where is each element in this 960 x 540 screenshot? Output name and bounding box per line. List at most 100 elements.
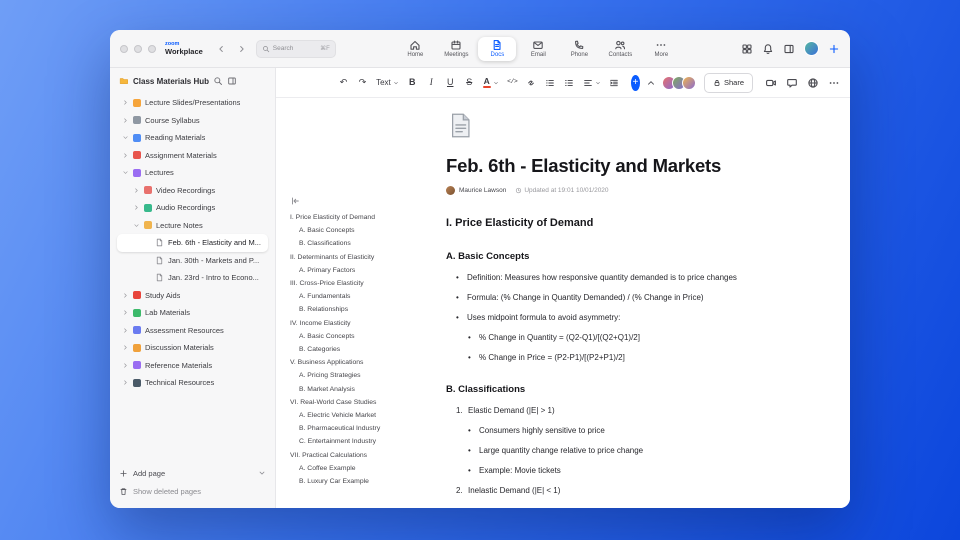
chevron-right-icon[interactable] <box>121 327 129 334</box>
chevron-right-icon[interactable] <box>121 362 129 369</box>
outline-item[interactable]: A. Pricing Strategies <box>290 369 402 382</box>
sidebar-item[interactable]: Assessment Resources <box>117 322 268 340</box>
outline-item[interactable]: B. Pharmaceutical Industry <box>290 422 402 435</box>
sidebar-item[interactable]: Audio Recordings <box>117 199 268 217</box>
share-button[interactable]: Share <box>703 72 753 93</box>
chevron-right-icon[interactable] <box>121 292 129 299</box>
show-deleted-pages-button[interactable]: Show deleted pages <box>119 482 266 500</box>
video-call-button[interactable] <box>765 77 777 89</box>
chevron-right-icon[interactable] <box>121 152 129 159</box>
toolbar-bold-button[interactable]: B <box>404 73 421 93</box>
bullet-list-item: •% Change in Quantity = (Q2-Q1)/[(Q2+Q1)… <box>468 333 640 342</box>
more-options-button[interactable] <box>828 77 840 89</box>
toolbar-text-style-button[interactable]: Text <box>373 73 402 93</box>
outline-item[interactable]: A. Fundamentals <box>290 290 402 303</box>
sidebar-item[interactable]: Course Syllabus <box>117 112 268 130</box>
outline-item[interactable]: IV. Income Elasticity <box>290 317 402 330</box>
sidebar-search-button[interactable] <box>213 76 223 86</box>
chevron-down-icon[interactable] <box>132 222 140 229</box>
chevron-right-icon[interactable] <box>121 379 129 386</box>
outline-item[interactable]: III. Cross-Price Elasticity <box>290 277 402 290</box>
outline-item[interactable]: VII. Practical Calculations <box>290 449 402 462</box>
outline-item[interactable]: B. Relationships <box>290 303 402 316</box>
chevron-right-icon[interactable] <box>121 309 129 316</box>
sidebar-collapse-button[interactable] <box>227 76 237 86</box>
sidebar-item[interactable]: Reference Materials <box>117 357 268 375</box>
publish-web-button[interactable] <box>807 77 819 89</box>
tab-docs[interactable]: Docs <box>478 36 517 61</box>
toolbar-indent-button[interactable] <box>606 73 623 93</box>
back-button[interactable] <box>214 42 228 56</box>
sidebar-item[interactable]: Jan. 23rd - Intro to Econo... <box>117 269 268 287</box>
chevron-right-icon[interactable] <box>121 344 129 351</box>
sidebar-item[interactable]: Lecture Slides/Presentations <box>117 94 268 112</box>
toolbar-link-button[interactable] <box>523 73 540 93</box>
outline-item[interactable]: II. Determinants of Elasticity <box>290 251 402 264</box>
outline-item[interactable]: V. Business Applications <box>290 356 402 369</box>
tab-email[interactable]: Email <box>519 37 557 61</box>
sidebar-item[interactable]: Lecture Notes <box>117 217 268 235</box>
tab-contacts[interactable]: Contacts <box>601 37 639 61</box>
sidebar-item[interactable]: Technical Resources <box>117 374 268 392</box>
chevron-down-icon[interactable] <box>121 169 129 176</box>
chevron-right-icon[interactable] <box>121 117 129 124</box>
toolbar-align-button[interactable] <box>580 73 604 93</box>
add-new-button[interactable] <box>828 43 840 55</box>
outline-collapse-button[interactable] <box>290 196 402 206</box>
sidebar-item[interactable]: Assignment Materials <box>117 147 268 165</box>
outline-item[interactable]: B. Luxury Car Example <box>290 475 402 488</box>
toolbar-numbered-list-button[interactable] <box>561 73 578 93</box>
outline-item[interactable]: B. Categories <box>290 343 402 356</box>
toolbar-code-button[interactable]: </> <box>504 73 521 93</box>
toolbar-strikethrough-button[interactable]: S <box>461 73 478 93</box>
collaborator-avatar[interactable] <box>681 75 696 90</box>
outline-item[interactable]: B. Market Analysis <box>290 383 402 396</box>
toolbar-bulleted-list-button[interactable] <box>542 73 559 93</box>
sidebar-item[interactable]: Lectures <box>117 164 268 182</box>
sidebar-item[interactable]: Study Aids <box>117 287 268 305</box>
sidebar-item[interactable]: Feb. 6th - Elasticity and M... <box>117 234 268 252</box>
outline-item[interactable]: B. Classifications <box>290 237 402 250</box>
tab-home[interactable]: Home <box>396 37 434 61</box>
outline-item[interactable]: A. Basic Concepts <box>290 224 402 237</box>
toolbar-undo-button[interactable]: ↶ <box>335 73 352 93</box>
sidebar-item[interactable]: Reading Materials <box>117 129 268 147</box>
chevron-right-icon[interactable] <box>132 187 140 194</box>
outline-item[interactable]: VI. Real-World Case Studies <box>290 396 402 409</box>
chevron-right-icon[interactable] <box>132 204 140 211</box>
toolbar-redo-button[interactable]: ↷ <box>354 73 371 93</box>
outline-item[interactable]: A. Coffee Example <box>290 462 402 475</box>
sidebar-item[interactable]: Jan. 30th - Markets and P... <box>117 252 268 270</box>
toolbar-underline-button[interactable]: U <box>442 73 459 93</box>
add-page-caret-icon[interactable] <box>258 469 266 477</box>
sidebar-item[interactable]: Lab Materials <box>117 304 268 322</box>
tab-more[interactable]: More <box>642 37 680 61</box>
outline-item[interactable]: I. Price Elasticity of Demand <box>290 211 402 224</box>
global-search-input[interactable]: Search ⌘F <box>255 39 336 58</box>
apps-grid-button[interactable] <box>741 43 753 55</box>
close-window-button[interactable] <box>120 44 128 53</box>
add-page-button[interactable]: Add page <box>119 464 266 482</box>
toolbar-italic-button[interactable]: I <box>423 73 440 93</box>
tab-meetings[interactable]: Meetings <box>437 37 475 61</box>
insert-block-button[interactable]: + <box>630 74 640 91</box>
tab-phone[interactable]: Phone <box>560 37 598 61</box>
outline-item[interactable]: A. Primary Factors <box>290 264 402 277</box>
minimize-window-button[interactable] <box>134 44 142 53</box>
outline-item[interactable]: A. Electric Vehicle Market <box>290 409 402 422</box>
toolbar-text-color-button[interactable]: A <box>480 73 502 93</box>
forward-button[interactable] <box>235 42 249 56</box>
comments-button[interactable] <box>786 77 798 89</box>
sidebar-item[interactable]: Discussion Materials <box>117 339 268 357</box>
chevron-down-icon[interactable] <box>121 134 129 141</box>
outline-item[interactable]: C. Entertainment Industry <box>290 435 402 448</box>
collapse-toolbar-button[interactable] <box>646 78 656 88</box>
panel-toggle-button[interactable] <box>783 43 795 55</box>
document-title[interactable]: Feb. 6th - Elasticity and Markets <box>446 155 788 177</box>
maximize-window-button[interactable] <box>148 44 156 53</box>
user-avatar[interactable] <box>804 41 819 56</box>
outline-item[interactable]: A. Basic Concepts <box>290 330 402 343</box>
chevron-right-icon[interactable] <box>121 99 129 106</box>
notifications-bell-button[interactable] <box>762 43 774 55</box>
sidebar-item[interactable]: Video Recordings <box>117 182 268 200</box>
